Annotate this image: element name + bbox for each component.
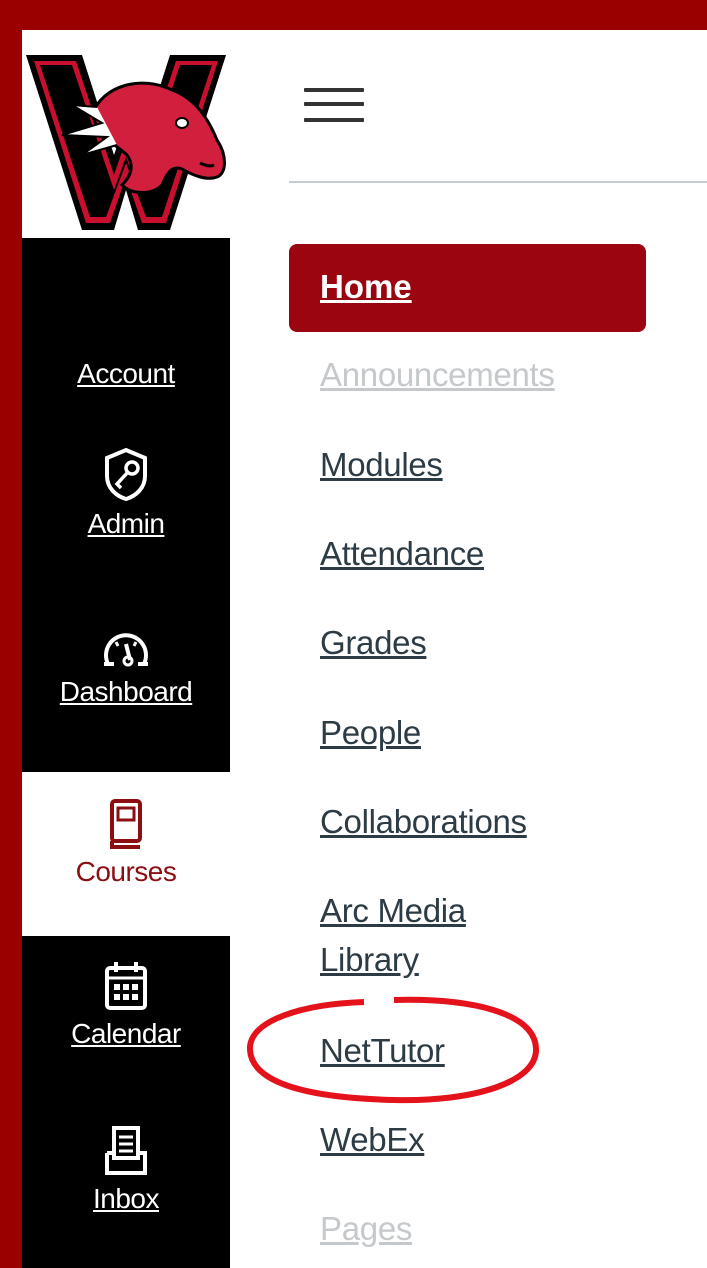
nav-calendar[interactable]: Calendar xyxy=(22,960,230,1050)
course-nav-pages[interactable]: Pages xyxy=(320,1210,412,1248)
course-nav-announcements[interactable]: Announcements xyxy=(320,356,555,394)
nav-courses-label[interactable]: Courses xyxy=(76,856,177,888)
course-nav-arc-media[interactable]: Arc Media xyxy=(320,892,466,930)
course-nav-people[interactable]: People xyxy=(320,714,421,752)
course-nav-home[interactable]: Home xyxy=(289,244,646,332)
course-nav-nettutor[interactable]: NetTutor xyxy=(320,1032,445,1070)
nav-account-label[interactable]: Account xyxy=(77,358,175,390)
course-nav-grades[interactable]: Grades xyxy=(320,624,427,662)
left-brand-bar xyxy=(0,0,22,1268)
speedometer-icon xyxy=(104,633,148,667)
course-nav-modules[interactable]: Modules xyxy=(320,446,443,484)
nav-courses[interactable]: Courses xyxy=(22,798,230,888)
header-divider xyxy=(289,181,707,183)
menu-hamburger-icon[interactable] xyxy=(304,80,364,128)
course-nav-webex[interactable]: WebEx xyxy=(320,1121,425,1159)
course-nav-attendance[interactable]: Attendance xyxy=(320,535,484,573)
nav-account[interactable]: Account xyxy=(22,358,230,390)
nav-admin[interactable]: Admin xyxy=(22,446,230,540)
course-nav-collaborations[interactable]: Collaborations xyxy=(320,803,527,841)
book-icon xyxy=(110,799,142,849)
nav-calendar-label[interactable]: Calendar xyxy=(71,1018,181,1050)
inbox-icon xyxy=(105,1126,147,1175)
nav-admin-label[interactable]: Admin xyxy=(88,508,165,540)
top-brand-bar xyxy=(0,0,707,30)
nav-dashboard-label[interactable]: Dashboard xyxy=(60,676,193,708)
nav-inbox-label[interactable]: Inbox xyxy=(93,1183,160,1215)
nav-inbox[interactable]: Inbox xyxy=(22,1125,230,1215)
shield-key-icon xyxy=(105,447,147,502)
course-nav-arc-media-library[interactable]: Library xyxy=(320,941,419,979)
calendar-icon xyxy=(105,962,147,1010)
nav-dashboard[interactable]: Dashboard xyxy=(22,630,230,708)
course-nav-home-label[interactable]: Home xyxy=(320,268,412,306)
global-navigation: Account Admin Dashboard Courses Calendar… xyxy=(22,30,230,1268)
school-logo[interactable] xyxy=(22,45,230,235)
